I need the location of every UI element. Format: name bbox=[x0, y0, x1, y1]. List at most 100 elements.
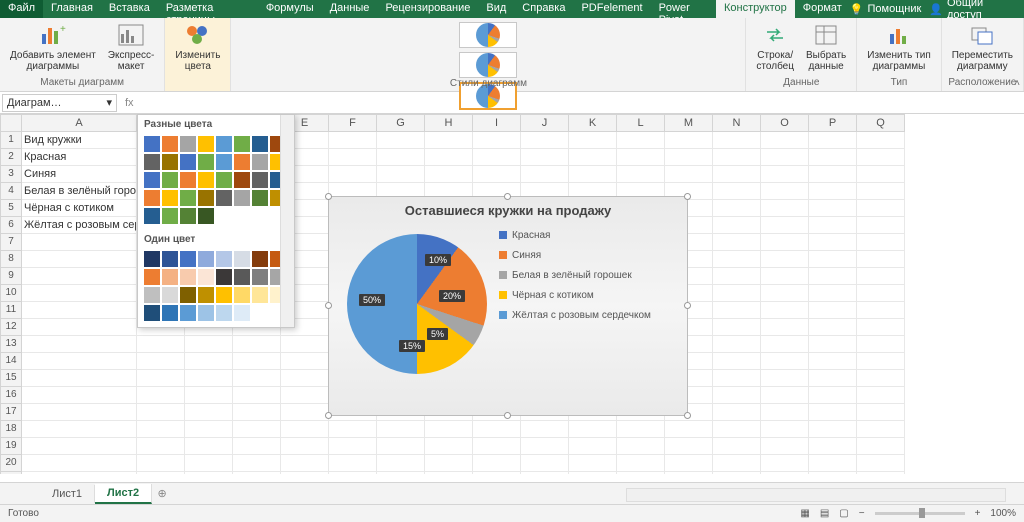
zoom-slider[interactable] bbox=[875, 512, 965, 515]
cell[interactable] bbox=[377, 438, 425, 455]
cell[interactable] bbox=[761, 149, 809, 166]
column-header[interactable]: A bbox=[22, 114, 137, 132]
row-header[interactable]: 9 bbox=[0, 268, 22, 285]
resize-handle[interactable] bbox=[684, 193, 691, 200]
cell[interactable] bbox=[857, 404, 905, 421]
cell[interactable] bbox=[761, 353, 809, 370]
cell[interactable]: Красная bbox=[22, 149, 137, 166]
color-swatch[interactable] bbox=[180, 251, 196, 267]
cell[interactable] bbox=[809, 319, 857, 336]
cell[interactable] bbox=[761, 455, 809, 472]
color-swatch[interactable] bbox=[252, 190, 268, 206]
cell[interactable] bbox=[809, 251, 857, 268]
cell[interactable] bbox=[22, 285, 137, 302]
color-swatch[interactable] bbox=[198, 190, 214, 206]
cell[interactable] bbox=[809, 166, 857, 183]
cell[interactable] bbox=[617, 438, 665, 455]
cell[interactable] bbox=[185, 336, 233, 353]
row-header[interactable]: 18 bbox=[0, 421, 22, 438]
color-swatch[interactable] bbox=[180, 190, 196, 206]
cell[interactable] bbox=[185, 472, 233, 474]
cell[interactable] bbox=[185, 353, 233, 370]
cell[interactable] bbox=[713, 472, 761, 474]
cell[interactable] bbox=[617, 149, 665, 166]
cell[interactable] bbox=[521, 149, 569, 166]
cell[interactable] bbox=[809, 132, 857, 149]
row-header[interactable]: 5 bbox=[0, 200, 22, 217]
cell[interactable] bbox=[809, 200, 857, 217]
cell[interactable] bbox=[569, 472, 617, 474]
cell[interactable] bbox=[665, 455, 713, 472]
color-swatch[interactable] bbox=[198, 305, 214, 321]
cell[interactable] bbox=[857, 251, 905, 268]
color-swatch[interactable] bbox=[180, 154, 196, 170]
cell[interactable] bbox=[22, 302, 137, 319]
cell[interactable] bbox=[281, 438, 329, 455]
cell[interactable] bbox=[857, 370, 905, 387]
column-header[interactable]: J bbox=[521, 114, 569, 132]
cell[interactable] bbox=[713, 455, 761, 472]
cell[interactable] bbox=[233, 472, 281, 474]
cell[interactable] bbox=[521, 421, 569, 438]
color-swatch[interactable] bbox=[144, 208, 160, 224]
cell[interactable] bbox=[809, 438, 857, 455]
cell[interactable] bbox=[809, 149, 857, 166]
color-swatch[interactable] bbox=[198, 154, 214, 170]
resize-handle[interactable] bbox=[325, 412, 332, 419]
cell[interactable] bbox=[281, 421, 329, 438]
color-swatch[interactable] bbox=[216, 172, 232, 188]
color-swatch[interactable] bbox=[198, 208, 214, 224]
column-header[interactable]: I bbox=[473, 114, 521, 132]
row-header[interactable]: 16 bbox=[0, 387, 22, 404]
cell[interactable] bbox=[22, 455, 137, 472]
cell[interactable] bbox=[761, 251, 809, 268]
tab-formulas[interactable]: Формулы bbox=[258, 0, 322, 18]
cell[interactable] bbox=[665, 472, 713, 474]
tab-view[interactable]: Вид bbox=[478, 0, 514, 18]
column-header[interactable]: Q bbox=[857, 114, 905, 132]
cell[interactable] bbox=[425, 438, 473, 455]
cell[interactable] bbox=[857, 234, 905, 251]
resize-handle[interactable] bbox=[325, 302, 332, 309]
cell[interactable] bbox=[665, 132, 713, 149]
cell[interactable] bbox=[233, 353, 281, 370]
cell[interactable] bbox=[713, 200, 761, 217]
cell[interactable] bbox=[857, 149, 905, 166]
cell[interactable] bbox=[665, 166, 713, 183]
cell[interactable] bbox=[713, 183, 761, 200]
color-swatch[interactable] bbox=[162, 287, 178, 303]
chart-style-2[interactable] bbox=[459, 52, 517, 78]
tab-pdfelement[interactable]: PDFelement bbox=[573, 0, 650, 18]
cell[interactable] bbox=[809, 370, 857, 387]
color-swatch[interactable] bbox=[144, 172, 160, 188]
cell[interactable] bbox=[22, 387, 137, 404]
row-header[interactable]: 19 bbox=[0, 438, 22, 455]
cell[interactable] bbox=[713, 268, 761, 285]
cell[interactable] bbox=[185, 404, 233, 421]
row-header[interactable]: 6 bbox=[0, 217, 22, 234]
cell[interactable] bbox=[233, 404, 281, 421]
cell[interactable] bbox=[713, 387, 761, 404]
cell[interactable] bbox=[617, 166, 665, 183]
cell[interactable] bbox=[22, 404, 137, 421]
color-swatch[interactable] bbox=[144, 190, 160, 206]
cell[interactable] bbox=[425, 149, 473, 166]
row-header[interactable]: 8 bbox=[0, 251, 22, 268]
cell[interactable] bbox=[425, 166, 473, 183]
cell[interactable] bbox=[761, 285, 809, 302]
cell[interactable] bbox=[713, 251, 761, 268]
cell[interactable] bbox=[809, 285, 857, 302]
fx-icon[interactable]: fx bbox=[119, 97, 140, 109]
column-header[interactable]: L bbox=[617, 114, 665, 132]
cell[interactable] bbox=[377, 149, 425, 166]
cell[interactable] bbox=[137, 387, 185, 404]
row-header[interactable]: 13 bbox=[0, 336, 22, 353]
color-swatch[interactable] bbox=[216, 251, 232, 267]
row-header[interactable]: 12 bbox=[0, 319, 22, 336]
cell[interactable]: Жёлтая с розовым сердечком bbox=[22, 217, 137, 234]
cell[interactable] bbox=[329, 166, 377, 183]
cell[interactable] bbox=[857, 387, 905, 404]
cell[interactable] bbox=[137, 404, 185, 421]
cell[interactable] bbox=[617, 455, 665, 472]
cell[interactable] bbox=[281, 370, 329, 387]
